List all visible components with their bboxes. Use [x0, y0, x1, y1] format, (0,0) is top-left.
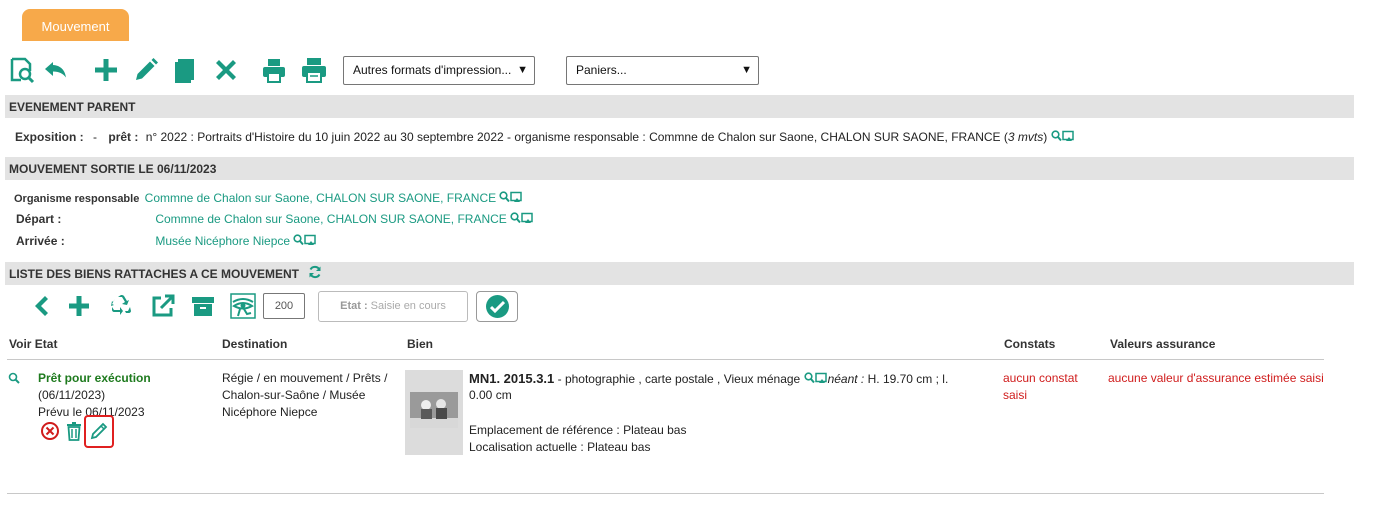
print-options-icon[interactable]: [300, 56, 328, 84]
baskets-select-value: Paniers...: [576, 63, 627, 77]
col-valeurs-assurance: Valeurs assurance: [1110, 337, 1216, 351]
organisme-link[interactable]: Commne de Chalon sur Saone, CHALON SUR S…: [145, 191, 496, 205]
search-icon[interactable]: [8, 372, 20, 384]
parent-event-row: Exposition : - prêt : n° 2022 : Portrait…: [15, 130, 1075, 144]
tab-mouvement[interactable]: Mouvement: [22, 9, 129, 41]
item-thumbnail[interactable]: [405, 370, 463, 455]
print-formats-select[interactable]: Autres formats d'impression... ▼: [343, 56, 535, 85]
col-bien: Bien: [407, 337, 434, 351]
status-date: (06/11/2023): [38, 388, 106, 402]
parent-event-header: EVENEMENT PARENT: [5, 95, 1354, 118]
col-voir-etat: Voir Etat: [9, 337, 58, 351]
chevron-down-icon: ▼: [741, 64, 752, 76]
pret-count: 3 mvts: [1007, 130, 1044, 144]
edit-pencil-icon[interactable]: [89, 421, 109, 441]
cancel-circle-icon[interactable]: [40, 421, 60, 441]
add-icon[interactable]: [92, 56, 120, 84]
baskets-select[interactable]: Paniers... ▼: [566, 56, 759, 85]
etat-label: Etat :: [340, 300, 368, 312]
arrivee-link[interactable]: Musée Nicéphore Niepce: [155, 234, 290, 248]
search-open-icon[interactable]: [499, 191, 523, 203]
chevron-down-icon: ▼: [517, 64, 528, 76]
bien-id[interactable]: MN1. 2015.3.1: [469, 371, 554, 386]
destination-text: Régie / en mouvement / Prêts / Chalon-su…: [222, 371, 388, 419]
bien-desc: - photographie , carte postale , Vieux m…: [554, 372, 801, 386]
bien-description: MN1. 2015.3.1 - photographie , carte pos…: [469, 370, 994, 388]
delete-x-icon[interactable]: [212, 56, 240, 84]
duplicate-icon[interactable]: [172, 56, 200, 84]
table-bottom-divider: [7, 493, 1324, 494]
trash-icon[interactable]: [64, 421, 84, 441]
table-header-divider: [7, 359, 1324, 360]
list-header: LISTE DES BIENS RATTACHES A CE MOUVEMENT: [5, 262, 1354, 285]
depart-label: Départ :: [16, 212, 62, 226]
refresh-icon[interactable]: [308, 263, 322, 279]
print-icon[interactable]: [260, 56, 288, 84]
depart-link[interactable]: Commne de Chalon sur Saone, CHALON SUR S…: [155, 212, 506, 226]
pret-count-close: ): [1043, 130, 1048, 144]
search-open-icon[interactable]: [1050, 130, 1075, 142]
pret-label: prêt :: [108, 130, 139, 144]
etat-placeholder: Saisie en cours: [370, 300, 446, 312]
neant-label: néant :: [827, 372, 865, 386]
organisme-row: Organisme responsable Commne de Chalon s…: [14, 191, 523, 205]
arrivee-row: Arrivée : Musée Nicéphore Niepce: [16, 234, 317, 248]
external-link-icon[interactable]: [150, 293, 176, 319]
organisme-label: Organisme responsable: [14, 193, 140, 205]
archive-icon[interactable]: [190, 293, 216, 319]
valeurs-assurance-text: aucune valeur d'assurance estimée saisi: [1108, 371, 1324, 385]
depart-row: Départ : Commne de Chalon sur Saone, CHA…: [16, 212, 534, 226]
chevron-left-icon[interactable]: [28, 293, 54, 319]
col-destination: Destination: [222, 337, 288, 351]
exposition-label: Exposition :: [15, 130, 84, 144]
check-icon: [486, 295, 509, 318]
localisation-actuelle: Localisation actuelle : Plateau bas: [469, 440, 651, 454]
print-formats-select-value: Autres formats d'impression...: [353, 63, 512, 77]
emplacement-reference: Emplacement de référence : Plateau bas: [469, 423, 687, 437]
back-icon[interactable]: [42, 56, 70, 84]
add-item-icon[interactable]: [66, 293, 92, 319]
search-open-icon[interactable]: [803, 372, 828, 384]
pret-value: n° 2022 : Portraits d'Histoire du 10 jui…: [145, 130, 1001, 144]
exposition-value: -: [93, 130, 98, 144]
col-constats: Constats: [1004, 337, 1056, 351]
dimensions-2: 0.00 cm: [469, 388, 512, 402]
search-open-icon[interactable]: [293, 234, 317, 246]
list-header-title: LISTE DES BIENS RATTACHES A CE MOUVEMENT: [9, 267, 300, 281]
recycle-icon[interactable]: [108, 293, 134, 319]
movement-header: MOUVEMENT SORTIE LE 06/11/2023: [5, 157, 1354, 180]
search-open-icon[interactable]: [510, 212, 534, 224]
arrivee-label: Arrivée :: [16, 234, 65, 248]
etat-input[interactable]: Etat : Saisie en cours: [318, 291, 468, 322]
constats-text: aucun constat saisi: [1003, 371, 1078, 402]
preview-search-icon[interactable]: [8, 56, 36, 84]
validate-button[interactable]: [476, 291, 518, 322]
items-per-page-input[interactable]: 200: [263, 293, 305, 319]
status-text: Prêt pour exécution: [38, 371, 151, 385]
dimensions-1: H. 19.70 cm ; l.: [867, 372, 949, 386]
main-toolbar: Autres formats d'impression... ▼ Paniers…: [8, 54, 768, 88]
edit-pencil-icon[interactable]: [132, 56, 160, 84]
photo-image: [410, 392, 458, 428]
eye-of-horus-icon[interactable]: [230, 293, 256, 319]
